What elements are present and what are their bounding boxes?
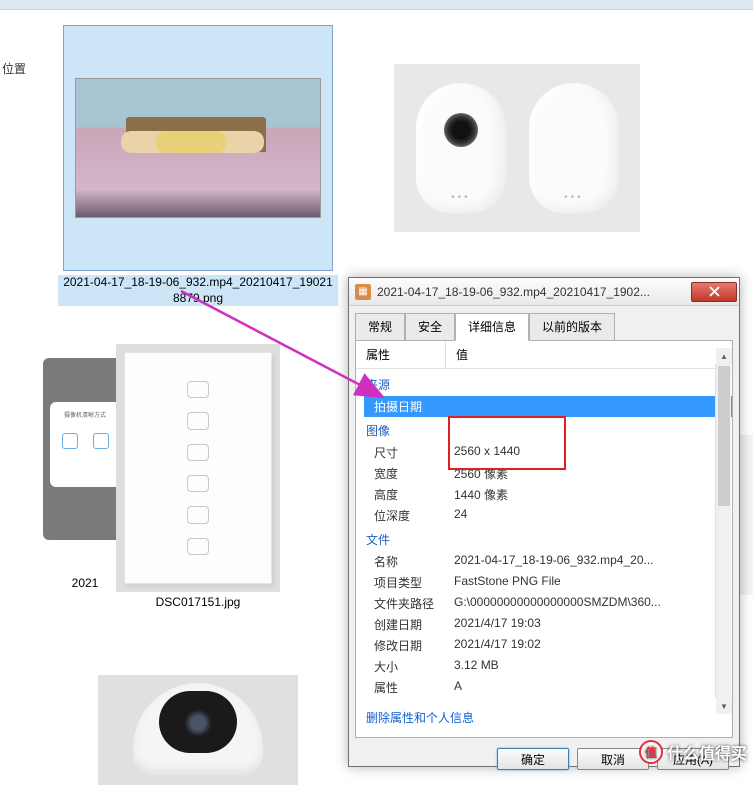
- toolbar-strip: [0, 0, 753, 10]
- tab-details[interactable]: 详细信息: [455, 313, 529, 341]
- thumbnail-box[interactable]: DSC017151.jpg: [58, 345, 338, 611]
- ok-button[interactable]: 确定: [497, 748, 569, 770]
- thumbnail-ptz-camera[interactable]: [58, 675, 338, 785]
- dialog-title: 2021-04-17_18-19-06_932.mp4_20210417_190…: [377, 285, 691, 299]
- group-origin: 来源: [356, 371, 732, 396]
- box-photo-preview: [124, 352, 272, 584]
- dialog-body: 属性 值 来源 拍摄日期 图像 尺寸2560 x 1440 宽度2560 像素 …: [355, 340, 733, 738]
- scrollbar-thumb[interactable]: [718, 366, 730, 506]
- prop-attributes[interactable]: 属性A: [356, 677, 732, 698]
- property-list[interactable]: 来源 拍摄日期 图像 尺寸2560 x 1440 宽度2560 像素 高度144…: [356, 369, 732, 699]
- property-list-header[interactable]: 属性 值: [356, 341, 732, 369]
- watermark-text: 什么值得买: [667, 740, 747, 764]
- prop-bitdepth[interactable]: 位深度24: [356, 505, 732, 526]
- prop-name[interactable]: 名称2021-04-17_18-19-06_932.mp4_20...: [356, 551, 732, 572]
- thumbnail-selected[interactable]: 2021-04-17_18-19-06_932.mp4_20210417_190…: [58, 25, 338, 306]
- column-attribute[interactable]: 属性: [356, 341, 446, 368]
- prop-folder[interactable]: 文件夹路径G:\00000000000000000SMZDM\360...: [356, 593, 732, 614]
- thumbnail-camera[interactable]: [377, 25, 657, 275]
- watermark: 值 什么值得买: [639, 740, 747, 764]
- properties-dialog: ▦ 2021-04-17_18-19-06_932.mp4_20210417_1…: [348, 277, 740, 767]
- prop-created[interactable]: 创建日期2021/4/17 19:03: [356, 614, 732, 635]
- prop-size[interactable]: 大小3.12 MB: [356, 656, 732, 677]
- tab-security[interactable]: 安全: [405, 313, 455, 341]
- close-button[interactable]: [691, 282, 737, 302]
- tab-general[interactable]: 常规: [355, 313, 405, 341]
- prop-date-taken[interactable]: 拍摄日期: [364, 396, 732, 417]
- thumbnail-caption: DSC017151.jpg: [58, 595, 338, 611]
- dialog-tabs: 常规 安全 详细信息 以前的版本: [349, 306, 739, 340]
- remove-properties-link[interactable]: 删除属性和个人信息: [356, 699, 732, 732]
- thumbnail-caption: 2021-04-17_18-19-06_932.mp4_20210417_190…: [58, 275, 338, 306]
- scroll-up-button[interactable]: ▲: [716, 348, 732, 364]
- dialog-titlebar[interactable]: ▦ 2021-04-17_18-19-06_932.mp4_20210417_1…: [349, 278, 739, 306]
- column-value[interactable]: 值: [446, 341, 732, 368]
- prop-dimensions[interactable]: 尺寸2560 x 1440: [356, 442, 732, 463]
- ptz-camera-preview: [98, 675, 298, 785]
- bedroom-photo-preview: [75, 78, 321, 218]
- prop-width[interactable]: 宽度2560 像素: [356, 463, 732, 484]
- tab-previous-versions[interactable]: 以前的版本: [529, 313, 615, 341]
- scroll-down-button[interactable]: ▼: [716, 698, 732, 714]
- camera-photo-preview: [394, 64, 640, 232]
- prop-height[interactable]: 高度1440 像素: [356, 484, 732, 505]
- prop-modified[interactable]: 修改日期2021/4/17 19:02: [356, 635, 732, 656]
- close-icon: [709, 286, 720, 297]
- scrollbar-track[interactable]: ▲ ▼: [715, 364, 731, 698]
- group-file: 文件: [356, 526, 732, 551]
- watermark-logo-icon: 值: [639, 740, 663, 764]
- file-type-icon: ▦: [355, 284, 371, 300]
- prop-type[interactable]: 项目类型FastStone PNG File: [356, 572, 732, 593]
- group-image: 图像: [356, 417, 732, 442]
- sidebar-location-label[interactable]: 位置: [0, 60, 35, 77]
